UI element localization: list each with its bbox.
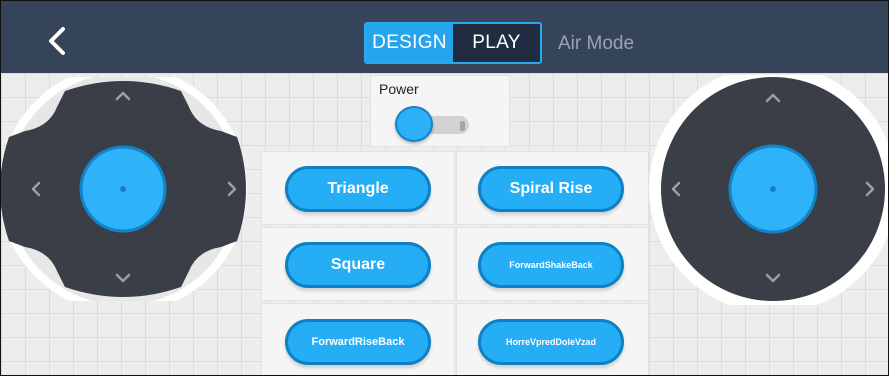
tab-play[interactable]: PLAY [453,24,540,62]
app-frame: DESIGN PLAY Air Mode Power Triangle Spir… [0,0,889,376]
forward-shake-back-button[interactable]: ForwardShakeBack [478,242,624,288]
forward-rise-back-button[interactable]: ForwardRiseBack [285,319,431,365]
header-bar: DESIGN PLAY Air Mode [1,1,888,73]
spiral-rise-button[interactable]: Spiral Rise [478,166,624,212]
mode-toggle: DESIGN PLAY [364,22,542,64]
page-title: Air Mode [558,33,635,54]
power-toggle[interactable] [395,106,483,142]
triangle-button[interactable]: Triangle [285,166,431,212]
switch-off-mark [460,121,465,131]
design-canvas: Power Triangle Spiral Rise Square Forwar… [1,73,888,375]
back-button[interactable] [37,21,77,61]
switch-knob [395,106,433,142]
left-joystick[interactable] [1,77,253,301]
tab-design[interactable]: DESIGN [366,24,453,62]
power-card: Power [370,75,510,147]
right-joystick[interactable] [649,75,888,305]
horre-vpred-dole-vzad-button[interactable]: HorreVpredDoleVzad [478,319,624,365]
square-button[interactable]: Square [285,242,431,288]
power-label: Power [379,81,419,97]
chevron-left-icon [49,27,65,55]
